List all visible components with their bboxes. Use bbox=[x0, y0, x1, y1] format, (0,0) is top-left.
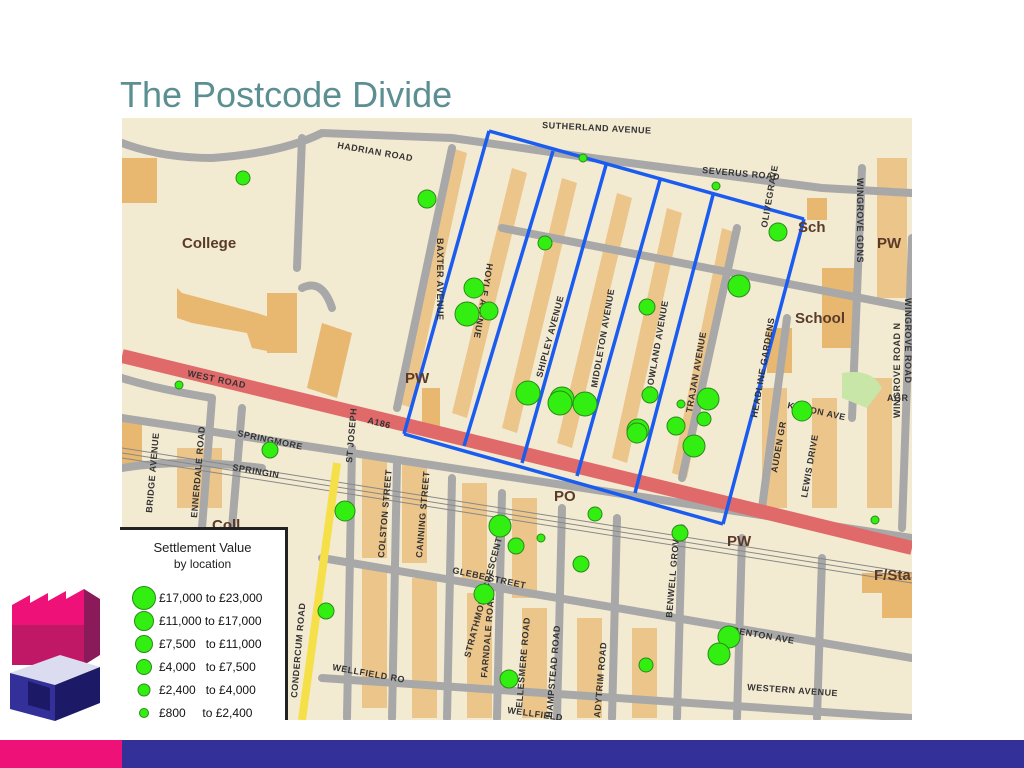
settlement-marker[interactable] bbox=[676, 399, 686, 409]
settlement-marker[interactable] bbox=[536, 533, 546, 543]
legend-item: £4,000 to £7,500 bbox=[120, 657, 285, 677]
company-logo bbox=[10, 589, 100, 721]
legend-item: £800 to £2,400 bbox=[120, 703, 285, 723]
settlement-marker[interactable] bbox=[727, 274, 751, 298]
legend-subtitle: by location bbox=[173, 557, 232, 571]
settlement-marker[interactable] bbox=[696, 387, 720, 411]
footer-accent-pink bbox=[0, 740, 122, 768]
legend-marker-icon bbox=[136, 659, 152, 675]
settlement-marker[interactable] bbox=[638, 657, 654, 673]
legend-label: £17,000 to £23,000 bbox=[159, 591, 263, 605]
legend-marker-icon bbox=[134, 611, 154, 631]
street-label: SUTHERLAND AVENUE bbox=[542, 120, 652, 136]
legend-label: £2,400 to £4,000 bbox=[159, 683, 256, 697]
street-label: WEST ROAD bbox=[187, 368, 247, 390]
settlement-marker[interactable] bbox=[572, 391, 598, 417]
street-label: WINGROVE ROAD N bbox=[892, 322, 902, 418]
legend-item: £7,500 to £11,000 bbox=[120, 634, 285, 654]
settlement-marker[interactable] bbox=[334, 500, 356, 522]
settlement-marker[interactable] bbox=[479, 301, 499, 321]
settlement-marker[interactable] bbox=[641, 386, 659, 404]
settlement-marker[interactable] bbox=[488, 514, 512, 538]
legend-marker-icon bbox=[135, 635, 153, 653]
settlement-marker[interactable] bbox=[666, 416, 686, 436]
place-label-college: College bbox=[182, 235, 236, 252]
map-legend: Settlement Value by location £17,000 to … bbox=[120, 527, 288, 720]
place-label-pw: PW bbox=[877, 235, 902, 252]
settlement-marker[interactable] bbox=[578, 153, 588, 163]
settlement-marker[interactable] bbox=[696, 411, 712, 427]
street-label: WESTERN AVENUE bbox=[747, 682, 838, 698]
street-label: BRIDGE AVENUE bbox=[144, 432, 161, 513]
settlement-marker[interactable] bbox=[587, 506, 603, 522]
legend-label: £4,000 to £7,500 bbox=[159, 660, 256, 674]
place-label-pw: PW bbox=[727, 533, 752, 550]
street-label: WINGROVE ROAD bbox=[903, 298, 912, 384]
settlement-marker[interactable] bbox=[870, 515, 880, 525]
settlement-marker[interactable] bbox=[682, 434, 706, 458]
place-label-pw: PW bbox=[405, 370, 430, 387]
place-label-fsta: F/Sta bbox=[874, 567, 911, 584]
legend-label: £800 to £2,400 bbox=[159, 706, 253, 720]
legend-item: £17,000 to £23,000 bbox=[120, 586, 285, 610]
place-label-school: School bbox=[795, 310, 845, 327]
legend-label: £11,000 to £17,000 bbox=[159, 614, 262, 628]
legend-marker-icon bbox=[132, 586, 156, 610]
settlement-marker[interactable] bbox=[463, 277, 485, 299]
page-title: The Postcode Divide bbox=[120, 74, 453, 115]
street-label: WINGROVE GDNS bbox=[855, 178, 865, 263]
settlement-marker[interactable] bbox=[235, 170, 251, 186]
settlement-marker[interactable] bbox=[473, 583, 495, 605]
place-label-sch: Sch bbox=[798, 219, 826, 236]
settlement-marker[interactable] bbox=[515, 380, 541, 406]
settlement-marker[interactable] bbox=[791, 400, 813, 422]
settlement-marker[interactable] bbox=[261, 441, 279, 459]
settlement-marker[interactable] bbox=[417, 189, 437, 209]
settlement-marker[interactable] bbox=[768, 222, 788, 242]
settlement-marker[interactable] bbox=[317, 602, 335, 620]
settlement-marker[interactable] bbox=[454, 301, 480, 327]
legend-item: £11,000 to £17,000 bbox=[120, 611, 285, 631]
settlement-marker[interactable] bbox=[711, 181, 721, 191]
settlement-marker[interactable] bbox=[499, 669, 519, 689]
settlement-marker[interactable] bbox=[174, 380, 184, 390]
legend-marker-icon bbox=[139, 708, 149, 718]
settlement-marker[interactable] bbox=[537, 235, 553, 251]
legend-title: Settlement Value bbox=[153, 540, 252, 555]
settlement-marker[interactable] bbox=[572, 555, 590, 573]
legend-marker-icon bbox=[137, 683, 151, 697]
street-label: HADRIAN ROAD bbox=[337, 140, 414, 163]
settlement-marker[interactable] bbox=[707, 642, 731, 666]
street-label: BAXTER AVENUE bbox=[435, 238, 445, 321]
settlement-marker[interactable] bbox=[547, 390, 573, 416]
legend-item: £2,400 to £4,000 bbox=[120, 680, 285, 700]
place-label-po: PO bbox=[554, 488, 576, 505]
legend-label: £7,500 to £11,000 bbox=[159, 637, 262, 651]
footer-bar-blue bbox=[122, 740, 1024, 768]
settlement-marker[interactable] bbox=[671, 524, 689, 542]
settlement-marker[interactable] bbox=[638, 298, 656, 316]
settlement-marker[interactable] bbox=[507, 537, 525, 555]
settlement-marker[interactable] bbox=[626, 422, 648, 444]
